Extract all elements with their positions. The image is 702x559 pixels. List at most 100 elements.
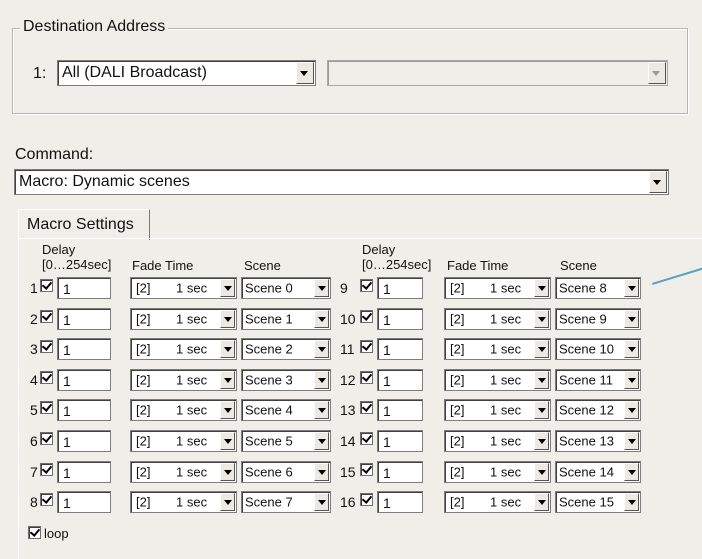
chevron-down-icon[interactable] [534,401,549,419]
delay-input[interactable]: 1 [377,461,423,483]
fade-time-select[interactable]: [2] 1 sec [444,399,551,421]
fade-time-select[interactable]: [2] 1 sec [130,491,237,513]
scene-select[interactable]: Scene 11 [555,369,641,391]
delay-input[interactable]: 1 [57,308,111,330]
chevron-down-icon[interactable] [534,493,549,511]
chevron-down-icon[interactable] [648,62,666,84]
enable-checkbox[interactable] [360,340,373,353]
enable-checkbox[interactable] [360,432,373,445]
scene-select[interactable]: Scene 15 [555,491,641,513]
scene-select[interactable]: Scene 5 [241,430,331,452]
chevron-down-icon[interactable] [220,310,235,328]
address-select[interactable]: All (DALI Broadcast) [57,60,316,86]
chevron-down-icon[interactable] [220,340,235,358]
delay-input[interactable]: 1 [57,338,111,360]
enable-checkbox[interactable] [40,371,53,384]
chevron-down-icon[interactable] [220,279,235,297]
delay-input[interactable]: 1 [57,461,111,483]
delay-input[interactable]: 1 [377,430,423,452]
enable-checkbox[interactable] [40,401,53,414]
chevron-down-icon[interactable] [649,171,667,193]
scene-select[interactable]: Scene 1 [241,308,331,330]
enable-checkbox[interactable] [360,279,373,292]
fade-time-select[interactable]: [2] 1 sec [444,491,551,513]
chevron-down-icon[interactable] [534,463,549,481]
scene-select[interactable]: Scene 9 [555,308,641,330]
fade-time-select[interactable]: [2] 1 sec [444,308,551,330]
delay-input[interactable]: 1 [377,399,423,421]
chevron-down-icon[interactable] [314,493,329,511]
chevron-down-icon[interactable] [220,493,235,511]
chevron-down-icon[interactable] [314,371,329,389]
scene-select[interactable]: Scene 10 [555,338,641,360]
delay-input[interactable]: 1 [377,277,423,299]
command-select[interactable]: Macro: Dynamic scenes [14,169,669,195]
scene-select[interactable]: Scene 3 [241,369,331,391]
delay-input[interactable]: 1 [377,369,423,391]
fade-time-select[interactable]: [2] 1 sec [444,338,551,360]
enable-checkbox[interactable] [40,310,53,323]
scene-select[interactable]: Scene 6 [241,461,331,483]
loop-checkbox[interactable] [28,526,41,539]
scene-select[interactable]: Scene 13 [555,430,641,452]
enable-checkbox[interactable] [40,432,53,445]
chevron-down-icon[interactable] [314,340,329,358]
chevron-down-icon[interactable] [534,310,549,328]
chevron-down-icon[interactable] [314,432,329,450]
enable-checkbox[interactable] [40,279,53,292]
fade-time-select[interactable]: [2] 1 sec [130,399,237,421]
enable-checkbox[interactable] [360,371,373,384]
chevron-down-icon[interactable] [220,371,235,389]
scene-select[interactable]: Scene 7 [241,491,331,513]
enable-checkbox[interactable] [40,463,53,476]
chevron-down-icon[interactable] [624,493,639,511]
delay-input[interactable]: 1 [57,399,111,421]
fade-time-select[interactable]: [2] 1 sec [444,461,551,483]
chevron-down-icon[interactable] [624,340,639,358]
enable-checkbox[interactable] [360,463,373,476]
scene-select[interactable]: Scene 14 [555,461,641,483]
enable-checkbox[interactable] [360,310,373,323]
fade-time-select[interactable]: [2] 1 sec [130,277,237,299]
fade-time-select[interactable]: [2] 1 sec [130,338,237,360]
enable-checkbox[interactable] [360,401,373,414]
fade-time-select[interactable]: [2] 1 sec [130,461,237,483]
chevron-down-icon[interactable] [624,371,639,389]
delay-input[interactable]: 1 [57,491,111,513]
chevron-down-icon[interactable] [220,463,235,481]
scene-select[interactable]: Scene 2 [241,338,331,360]
delay-input[interactable]: 1 [57,369,111,391]
chevron-down-icon[interactable] [624,279,639,297]
chevron-down-icon[interactable] [624,310,639,328]
enable-checkbox[interactable] [360,493,373,506]
delay-input[interactable]: 1 [377,308,423,330]
chevron-down-icon[interactable] [314,401,329,419]
chevron-down-icon[interactable] [314,310,329,328]
scene-select[interactable]: Scene 0 [241,277,331,299]
tab-macro-settings[interactable]: Macro Settings [18,209,150,240]
delay-input[interactable]: 1 [377,491,423,513]
chevron-down-icon[interactable] [534,371,549,389]
chevron-down-icon[interactable] [534,340,549,358]
fade-time-select[interactable]: [2] 1 sec [444,430,551,452]
chevron-down-icon[interactable] [296,62,314,84]
secondary-address-select[interactable] [327,60,668,86]
chevron-down-icon[interactable] [534,279,549,297]
delay-input[interactable]: 1 [57,277,111,299]
enable-checkbox[interactable] [40,340,53,353]
scene-select[interactable]: Scene 8 [555,277,641,299]
chevron-down-icon[interactable] [624,463,639,481]
fade-time-select[interactable]: [2] 1 sec [444,277,551,299]
scene-select[interactable]: Scene 12 [555,399,641,421]
fade-time-select[interactable]: [2] 1 sec [130,430,237,452]
enable-checkbox[interactable] [40,493,53,506]
chevron-down-icon[interactable] [624,401,639,419]
chevron-down-icon[interactable] [314,463,329,481]
chevron-down-icon[interactable] [220,432,235,450]
chevron-down-icon[interactable] [624,432,639,450]
chevron-down-icon[interactable] [314,279,329,297]
delay-input[interactable]: 1 [377,338,423,360]
chevron-down-icon[interactable] [534,432,549,450]
scene-select[interactable]: Scene 4 [241,399,331,421]
fade-time-select[interactable]: [2] 1 sec [130,369,237,391]
